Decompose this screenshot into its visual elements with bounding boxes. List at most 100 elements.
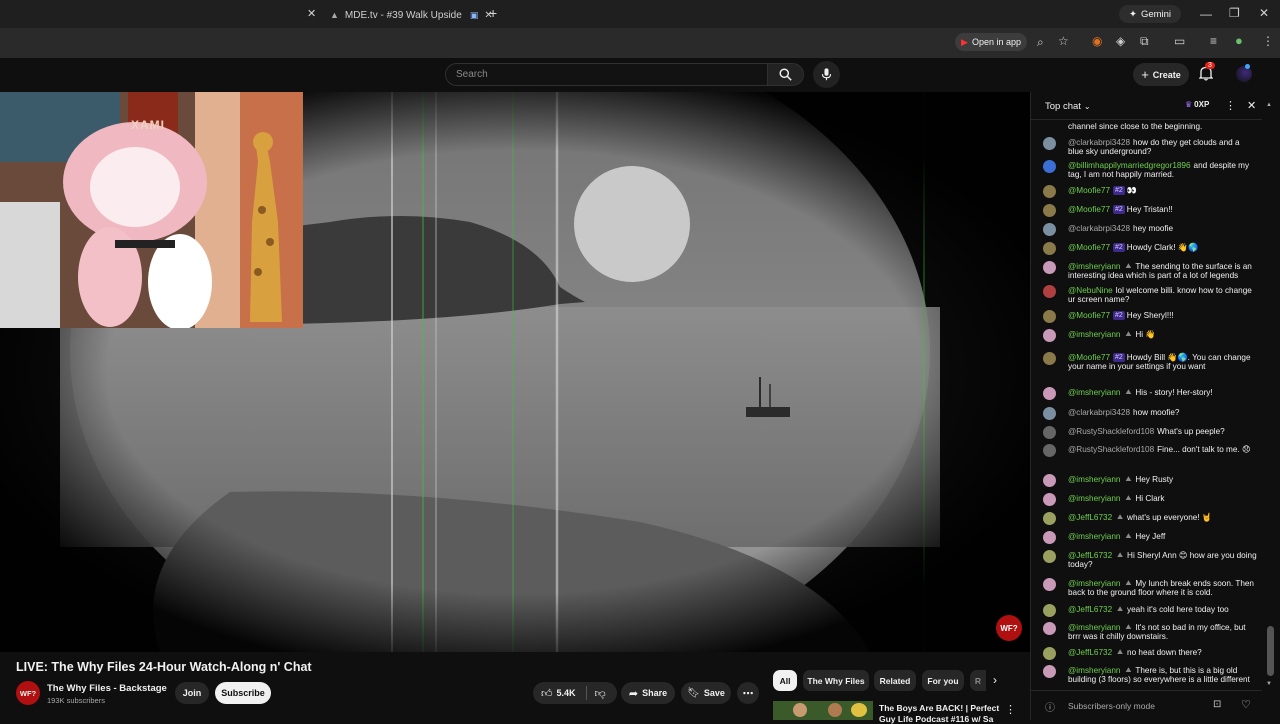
recommendation-title[interactable]: The Boys Are BACK! | Perfect xyxy=(879,703,999,713)
chat-author-name[interactable]: @billimhappilymarriedgregor1896 xyxy=(1068,161,1191,170)
chat-close-icon[interactable]: ✕ xyxy=(1247,99,1256,112)
page-scrollbar[interactable]: ▲ ▼ xyxy=(1262,92,1280,720)
save-button[interactable]: 🔖︎ Save xyxy=(681,682,731,704)
minimize-icon[interactable]: — xyxy=(1200,7,1212,21)
chat-message[interactable]: @imsheryiann ⛰ It's not so bad in my offic… xyxy=(1043,622,1257,642)
chat-author-name[interactable]: @Moofie77 xyxy=(1068,186,1110,195)
chat-message[interactable]: @imsheryiann ⛰ Hey Rusty xyxy=(1043,474,1257,487)
maximize-icon[interactable]: ❐ xyxy=(1229,6,1240,20)
subscribe-button[interactable]: Subscribe xyxy=(215,682,271,704)
heart-icon[interactable]: ♡ xyxy=(1241,698,1251,711)
channel-watermark[interactable]: WF? xyxy=(996,615,1022,641)
create-button[interactable]: + Create xyxy=(1133,63,1189,86)
scroll-up-icon[interactable]: ▲ xyxy=(1266,102,1272,108)
browser-tab-active[interactable]: ▲ MDE.tv - #39 Walk Upside ▣ ✕ xyxy=(330,4,493,26)
chat-message[interactable]: channel since close to the beginning. xyxy=(1043,122,1257,131)
chat-message[interactable]: @imsheryiann ⛰ Hey Jeff xyxy=(1043,531,1257,544)
filter-chip-for-you[interactable]: For you xyxy=(922,670,964,691)
new-tab-icon[interactable]: + xyxy=(489,5,497,21)
chat-author-avatar[interactable] xyxy=(1043,426,1056,439)
zoom-icon[interactable]: ⌕ xyxy=(1037,35,1044,50)
extension-orange-icon[interactable]: ◉ xyxy=(1092,34,1102,48)
chat-author-avatar[interactable] xyxy=(1043,242,1056,255)
chat-message[interactable]: @clarkabrpi3428 hey moofie xyxy=(1043,223,1257,236)
chat-author-name[interactable]: @imsheryiann xyxy=(1068,330,1120,339)
chat-message[interactable]: @imsheryiann ⛰ His - story! Her-story! xyxy=(1043,387,1257,400)
chat-message[interactable]: @JeffL6732 ⛰ no heat down there? xyxy=(1043,647,1257,660)
chat-author-avatar[interactable] xyxy=(1043,285,1056,298)
chat-author-name[interactable]: @Moofie77 xyxy=(1068,353,1110,362)
chat-author-name[interactable]: @imsheryiann xyxy=(1068,494,1120,503)
chat-message[interactable]: @RustyShackleford108 What's up peeple? xyxy=(1043,426,1257,439)
chat-author-name[interactable]: @imsheryiann xyxy=(1068,579,1120,588)
chat-author-name[interactable]: @JeffL6732 xyxy=(1068,513,1112,522)
chat-message[interactable]: @imsheryiann ⛰ My lunch break ends soon. T… xyxy=(1043,578,1257,598)
chat-points-badge[interactable]: ♛ 0XP xyxy=(1185,100,1209,109)
like-count[interactable]: 5.4K xyxy=(557,688,576,698)
chevron-right-icon[interactable]: › xyxy=(993,673,997,687)
chat-author-name[interactable]: @clarkabrpi3428 xyxy=(1068,224,1130,233)
filter-chip-the-why-files[interactable]: The Why Files xyxy=(803,670,869,691)
chat-message[interactable]: @Moofie77 #2 Hey Tristan!! xyxy=(1043,204,1257,217)
close-tab-icon[interactable]: ✕ xyxy=(307,7,316,20)
notifications-button[interactable]: 3 xyxy=(1198,62,1215,86)
search-input[interactable] xyxy=(446,64,767,85)
chat-message[interactable]: @imsheryiann ⛰ Hi Clark xyxy=(1043,493,1257,506)
profile-avatar-icon[interactable]: ● xyxy=(1235,33,1243,48)
chat-message[interactable]: @NebuNine lol welcome billi. know how to … xyxy=(1043,285,1257,305)
chat-author-avatar[interactable] xyxy=(1043,329,1056,342)
chat-author-avatar[interactable] xyxy=(1043,137,1056,150)
filter-chip-related[interactable]: Related xyxy=(874,670,916,691)
recommendation-thumbnail[interactable] xyxy=(773,701,873,720)
chat-author-avatar[interactable] xyxy=(1043,407,1056,420)
chat-author-avatar[interactable] xyxy=(1043,223,1056,236)
chat-message[interactable]: @imsheryiann ⛰ There is, but this is a big… xyxy=(1043,665,1257,685)
chat-author-avatar[interactable] xyxy=(1043,665,1056,678)
chat-author-avatar[interactable] xyxy=(1043,310,1056,323)
thumbs-up-icon[interactable]: 👍︎ xyxy=(541,687,553,700)
chat-author-name[interactable]: @JeffL6732 xyxy=(1068,605,1112,614)
chat-author-name[interactable]: @JeffL6732 xyxy=(1068,551,1112,560)
chat-author-name[interactable]: @imsheryiann xyxy=(1068,623,1120,632)
chat-author-avatar[interactable] xyxy=(1043,578,1056,591)
chat-author-name[interactable]: @imsheryiann xyxy=(1068,666,1120,675)
filter-chip-partial[interactable]: R xyxy=(970,670,986,691)
chat-mode-selector[interactable]: Top chat ⌄ xyxy=(1045,101,1091,112)
chat-author-name[interactable]: @JeffL6732 xyxy=(1068,648,1112,657)
extension-icon[interactable]: ◈ xyxy=(1116,34,1125,48)
chat-author-avatar[interactable] xyxy=(1043,622,1056,635)
chat-author-name[interactable]: @RustyShackleford108 xyxy=(1068,427,1154,436)
chat-author-avatar[interactable] xyxy=(1043,493,1056,506)
reading-list-icon[interactable]: ≡ xyxy=(1210,34,1217,48)
chat-author-avatar[interactable] xyxy=(1043,204,1056,217)
channel-name[interactable]: The Why Files - Backstage xyxy=(47,683,167,694)
chat-author-avatar[interactable] xyxy=(1043,512,1056,525)
chat-author-name[interactable]: @Moofie77 xyxy=(1068,243,1110,252)
chat-author-avatar[interactable] xyxy=(1043,352,1056,365)
chat-message[interactable]: @imsheryiann ⛰ The sending to the surface … xyxy=(1043,261,1257,281)
browser-menu-icon[interactable]: ⋮ xyxy=(1262,34,1274,48)
chat-message[interactable]: @JeffL6732 ⛰ Hi Sheryl Ann 😊 how are you d… xyxy=(1043,550,1257,570)
chat-author-name[interactable]: @imsheryiann xyxy=(1068,532,1120,541)
search-button[interactable] xyxy=(767,63,804,86)
scroll-down-icon[interactable]: ▼ xyxy=(1266,681,1272,687)
thumbs-down-icon[interactable]: 👎︎ xyxy=(595,687,606,700)
chat-author-name[interactable]: @RustyShackleford108 xyxy=(1068,445,1154,454)
chat-message[interactable]: @clarkabrpi3428 how do they get clouds an… xyxy=(1043,137,1257,157)
super-chat-icon[interactable]: ⊡ xyxy=(1213,699,1221,710)
more-actions-button[interactable]: ⋯ xyxy=(737,682,759,704)
chat-message[interactable]: @Moofie77 #2 Hey Sheryl!!! xyxy=(1043,310,1257,323)
share-button[interactable]: ➦ Share xyxy=(621,682,675,704)
chat-author-avatar[interactable] xyxy=(1043,531,1056,544)
extensions-puzzle-icon[interactable]: ⧉ xyxy=(1140,34,1149,49)
chat-message[interactable]: @Moofie77 #2 Howdy Bill 👋🌎. You can change… xyxy=(1043,352,1257,372)
chat-author-name[interactable]: @Moofie77 xyxy=(1068,205,1110,214)
recommendation-title-line2[interactable]: Guy Life Podcast #116 w/ Sa xyxy=(879,714,993,724)
chat-author-avatar[interactable] xyxy=(1043,160,1056,173)
join-button[interactable]: Join xyxy=(175,682,209,704)
channel-avatar[interactable]: WF? xyxy=(16,681,40,705)
account-avatar[interactable] xyxy=(1236,64,1252,82)
chat-message[interactable]: @RustyShackleford108 Fine... don't talk t… xyxy=(1043,444,1257,457)
info-icon[interactable]: ⓘ xyxy=(1045,699,1055,714)
chat-author-avatar[interactable] xyxy=(1043,474,1056,487)
